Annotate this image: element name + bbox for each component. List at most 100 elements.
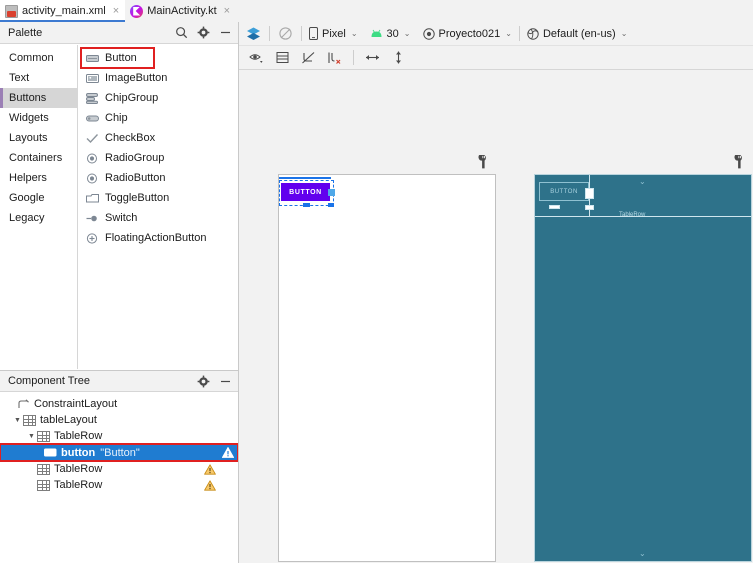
- palette-item-floatingactionbutton[interactable]: FloatingActionButton: [78, 228, 238, 248]
- palette-category-google[interactable]: Google: [0, 188, 77, 208]
- design-canvas[interactable]: BUTTON BUTTON TableRow ⌄ ⌄: [239, 71, 753, 563]
- palette-item-switch[interactable]: Switch: [78, 208, 238, 228]
- list-view-icon[interactable]: [274, 49, 291, 66]
- blueprint-resize-handle-bottom-right[interactable]: [585, 205, 594, 210]
- tree-node-tablelayout[interactable]: ▼ tableLayout: [0, 412, 238, 428]
- blueprint-resize-handle-bottom[interactable]: [549, 205, 560, 209]
- gear-icon[interactable]: [197, 375, 210, 388]
- palette-item-radiobutton[interactable]: RadioButton: [78, 168, 238, 188]
- palette-category-list: Common Text Buttons Widgets Layouts Cont…: [0, 45, 78, 369]
- blueprint-row-label: TableRow: [619, 212, 646, 218]
- clear-constraints-icon[interactable]: [326, 49, 343, 66]
- palette-body: Common Text Buttons Widgets Layouts Cont…: [0, 45, 238, 369]
- chevron-down-icon: ⌄: [403, 29, 411, 38]
- blueprint-chevron-top-icon[interactable]: ⌄: [639, 177, 646, 186]
- search-icon[interactable]: [175, 26, 188, 39]
- category-label: Helpers: [9, 172, 47, 184]
- editor-tab-bar: activity_main.xml × MainActivity.kt ×: [0, 0, 753, 22]
- button-icon: [44, 447, 57, 458]
- resize-handle-bottom[interactable]: [303, 203, 310, 207]
- device-dropdown[interactable]: Pixel ⌄: [309, 27, 358, 40]
- theme-dropdown[interactable]: Proyecto021 ⌄: [422, 27, 512, 40]
- resize-handle-right[interactable]: [328, 189, 335, 196]
- palette-category-legacy[interactable]: Legacy: [0, 208, 77, 228]
- wrench-icon[interactable]: [478, 155, 489, 169]
- locale-dropdown[interactable]: Default (en-us) ⌄: [527, 28, 627, 40]
- theme-icon: [422, 27, 435, 40]
- close-icon[interactable]: ×: [224, 5, 230, 17]
- checkbox-icon: [86, 133, 99, 144]
- tab-activity-main-xml[interactable]: activity_main.xml ×: [0, 0, 126, 22]
- palette-item-chip[interactable]: Chip: [78, 108, 238, 128]
- palette-category-helpers[interactable]: Helpers: [0, 168, 77, 188]
- tree-node-button[interactable]: button "Button": [0, 443, 238, 462]
- tree-node-tablerow-3[interactable]: TableRow: [0, 477, 238, 493]
- design-preview-device[interactable]: BUTTON: [278, 174, 496, 562]
- palette-item-radiogroup[interactable]: RadioGroup: [78, 148, 238, 168]
- expand-arrow[interactable]: ▼: [12, 417, 23, 424]
- radio-button-icon: [86, 173, 99, 184]
- visibility-icon[interactable]: [248, 49, 265, 66]
- palette-item-label: CheckBox: [105, 132, 156, 144]
- hide-constraints-icon[interactable]: [300, 49, 317, 66]
- resize-handle-bottom-right[interactable]: [328, 203, 334, 207]
- android-xml-file-icon: [5, 4, 18, 18]
- category-label: Buttons: [9, 92, 47, 104]
- blueprint-resize-handle-right[interactable]: [585, 188, 594, 199]
- tree-node-label: tableLayout: [40, 414, 97, 426]
- palette-category-buttons[interactable]: Buttons: [0, 88, 77, 108]
- tree-node-tablerow-1[interactable]: ▼ TableRow: [0, 428, 238, 444]
- layers-icon[interactable]: [245, 25, 262, 42]
- category-label: Widgets: [9, 112, 49, 124]
- gear-icon[interactable]: [197, 26, 210, 39]
- blueprint-preview-device[interactable]: BUTTON TableRow ⌄ ⌄: [534, 174, 752, 562]
- palette-category-text[interactable]: Text: [0, 68, 77, 88]
- toggle-button-icon: [86, 193, 99, 204]
- tree-node-constraintlayout[interactable]: ConstraintLayout: [0, 396, 238, 412]
- no-blueprint-icon[interactable]: [277, 25, 294, 42]
- minimize-icon[interactable]: [219, 26, 232, 39]
- tab-mainactivity-kt[interactable]: MainActivity.kt ×: [125, 0, 237, 22]
- theme-label: Proyecto021: [438, 27, 501, 40]
- component-tree-title: Component Tree: [8, 375, 90, 387]
- blueprint-button-widget[interactable]: BUTTON: [539, 182, 589, 201]
- palette-item-label: ToggleButton: [105, 192, 170, 204]
- expand-arrow[interactable]: ▼: [26, 433, 37, 440]
- android-studio-layout-editor: activity_main.xml × MainActivity.kt × Pa…: [0, 0, 753, 563]
- tree-node-sublabel: "Button": [100, 446, 140, 459]
- close-icon[interactable]: ×: [113, 5, 119, 17]
- palette-category-containers[interactable]: Containers: [0, 148, 77, 168]
- api-level-dropdown[interactable]: 30 ⌄: [370, 28, 411, 40]
- constraint-layout-icon: [17, 398, 30, 410]
- tree-node-tablerow-2[interactable]: TableRow: [0, 461, 238, 477]
- palette-item-label: RadioGroup: [105, 152, 165, 164]
- category-label: Google: [9, 192, 45, 204]
- palette-item-button[interactable]: Button: [80, 47, 155, 69]
- left-tool-panel: Palette Common Text Buttons Widgets Layo…: [0, 22, 239, 563]
- blueprint-chevron-bottom-icon[interactable]: ⌄: [639, 549, 646, 558]
- palette-header: Palette: [0, 22, 238, 44]
- palette-item-checkbox[interactable]: CheckBox: [78, 128, 238, 148]
- locale-label: Default (en-us): [542, 27, 616, 40]
- warning-icon[interactable]: [222, 447, 234, 458]
- expand-vertical-icon[interactable]: [390, 49, 407, 66]
- palette-category-common[interactable]: Common: [0, 48, 77, 68]
- component-tree: ConstraintLayout ▼ tableLayout ▼ TableRo…: [0, 392, 238, 563]
- warning-icon[interactable]: [204, 479, 216, 491]
- palette-item-label: RadioButton: [105, 172, 166, 184]
- minimize-icon[interactable]: [219, 375, 232, 388]
- blueprint-button-label: BUTTON: [550, 188, 578, 195]
- palette-category-widgets[interactable]: Widgets: [0, 108, 77, 128]
- warning-icon[interactable]: [204, 463, 216, 475]
- palette-item-chipgroup[interactable]: ChipGroup: [78, 88, 238, 108]
- palette-category-layouts[interactable]: Layouts: [0, 128, 77, 148]
- expand-horizontal-icon[interactable]: [364, 49, 381, 66]
- chip-group-icon: [86, 92, 99, 104]
- chip-icon: [86, 113, 99, 124]
- palette-item-togglebutton[interactable]: ToggleButton: [78, 188, 238, 208]
- palette-item-imagebutton[interactable]: ImageButton: [78, 68, 238, 88]
- wrench-icon[interactable]: [734, 155, 745, 169]
- palette-item-label: ImageButton: [105, 72, 168, 84]
- api-level-label: 30: [386, 27, 399, 40]
- category-label: Common: [9, 52, 54, 64]
